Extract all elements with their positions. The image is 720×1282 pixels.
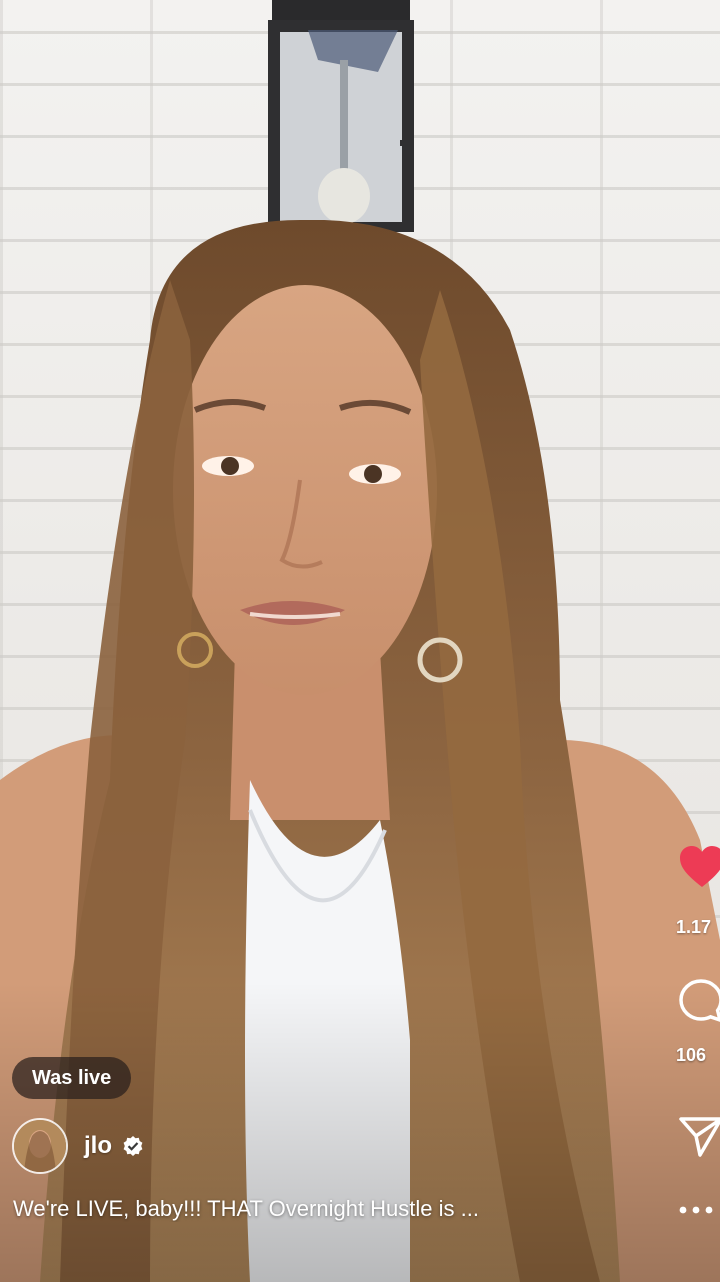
more-icon[interactable] — [678, 1205, 718, 1215]
author-row[interactable]: jlo — [12, 1116, 144, 1176]
heart-icon[interactable] — [678, 845, 720, 889]
caption-text[interactable]: We're LIVE, baby!!! THAT Overnight Hustl… — [13, 1196, 613, 1222]
comment-icon[interactable] — [678, 978, 720, 1024]
avatar-image — [14, 1120, 66, 1172]
reel-viewer: Was live jlo We're LIVE, baby!!! THAT Ov… — [0, 0, 720, 1282]
was-live-label: Was live — [32, 1067, 112, 1089]
verified-badge-icon — [123, 1136, 143, 1156]
avatar[interactable] — [12, 1118, 68, 1174]
like-count: 1.17 — [676, 917, 712, 937]
was-live-badge: Was live — [12, 1057, 132, 1099]
comment-count: 106 — [676, 1045, 707, 1065]
send-icon[interactable] — [678, 1115, 720, 1159]
action-rail: 1.17 106 — [664, 845, 720, 1225]
username[interactable]: jlo — [84, 1132, 112, 1160]
wall-lamp-image — [268, 0, 414, 232]
